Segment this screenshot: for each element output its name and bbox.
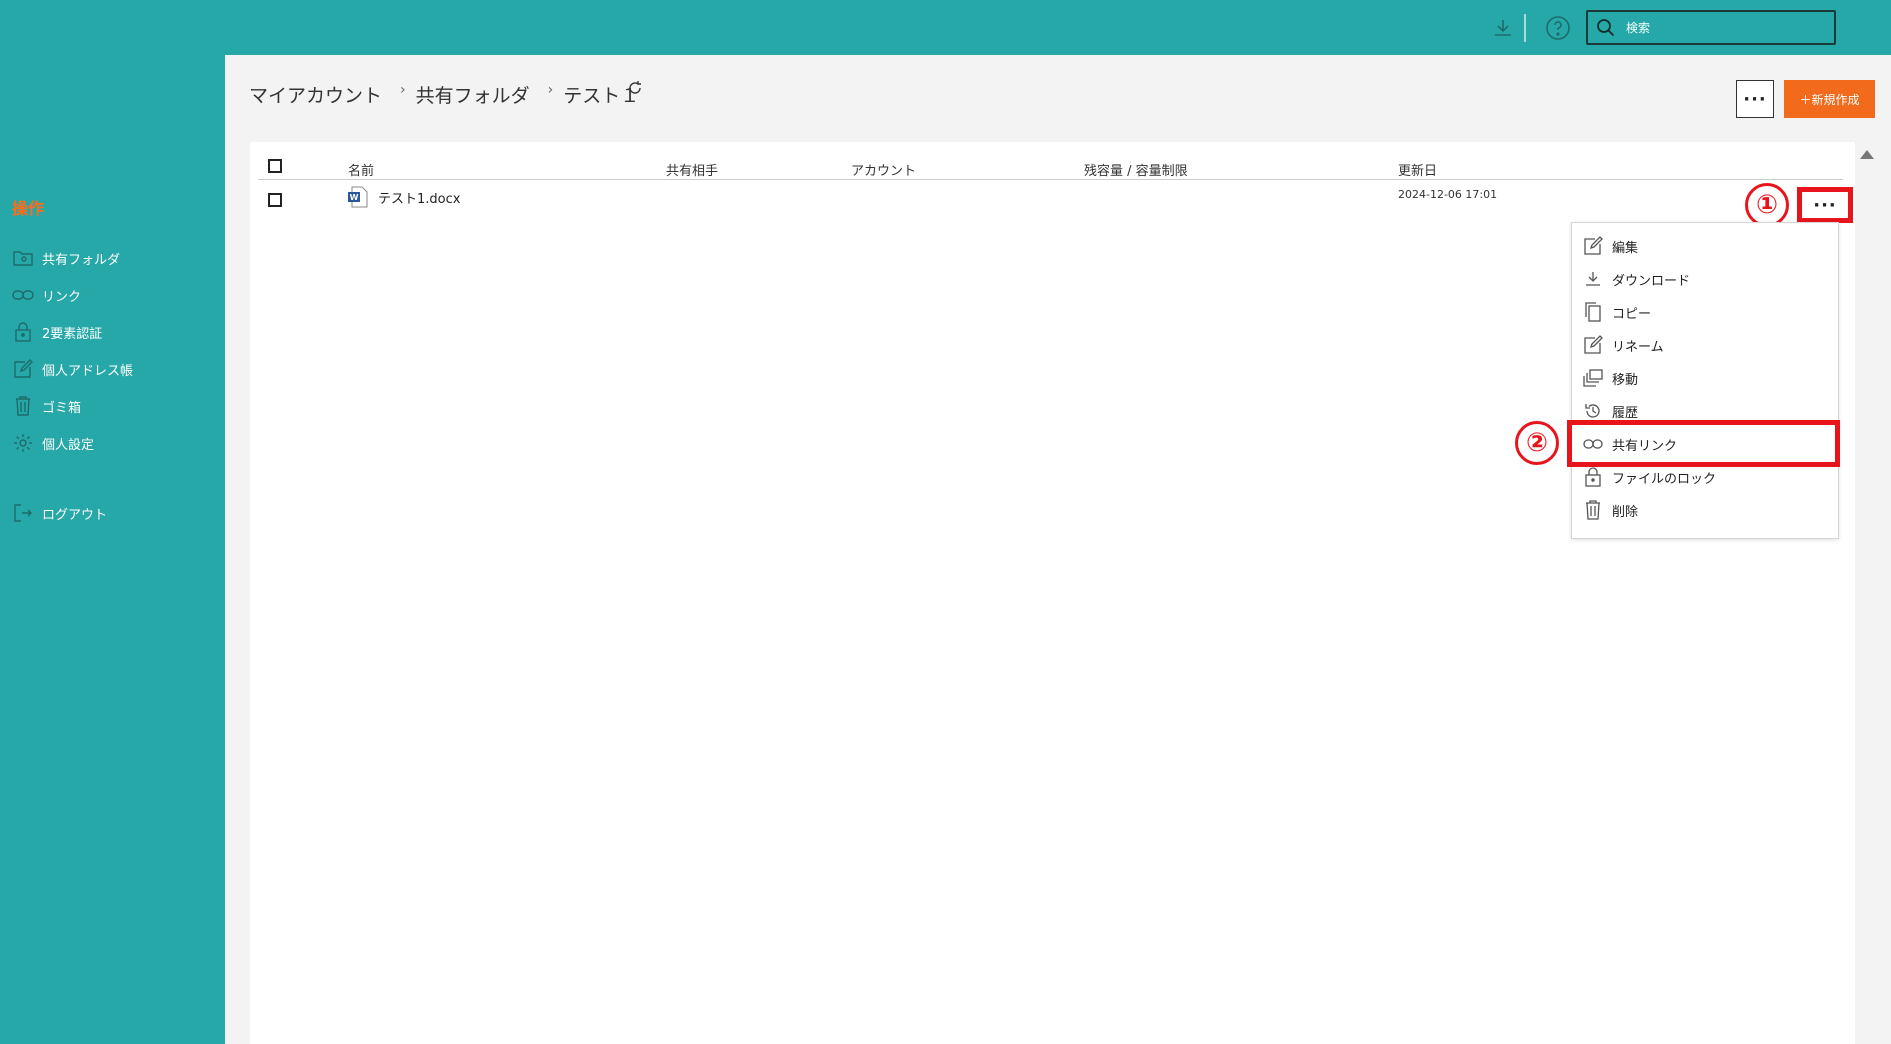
sidebar: 操作 共有フォルダ リンク 2要素認証 個人アドレス帳 ゴミ箱 個人設定 ログア… <box>0 55 225 1044</box>
table-row[interactable]: W テスト1.docx 2024-12-06 17:01 <box>258 182 1843 218</box>
menu-item-download[interactable]: ダウンロード <box>1582 266 1690 292</box>
breadcrumb-my-account[interactable]: マイアカウント <box>249 81 382 108</box>
menu-item-edit[interactable]: 編集 <box>1582 233 1638 259</box>
file-updated: 2024-12-06 17:01 <box>1398 188 1498 201</box>
sidebar-item-label: リンク <box>42 289 82 305</box>
sidebar-item-2fa[interactable]: 2要素認証 <box>12 319 102 345</box>
column-capacity[interactable]: 残容量 / 容量制限 <box>1084 160 1188 179</box>
table-header: 名前 共有相手 アカウント 残容量 / 容量制限 更新日 <box>258 154 1843 180</box>
sidebar-item-address-book[interactable]: 個人アドレス帳 <box>12 356 133 382</box>
share-link-highlight <box>1567 420 1840 467</box>
search-input[interactable] <box>1626 20 1816 35</box>
menu-item-copy[interactable]: コピー <box>1582 299 1651 325</box>
file-name-cell[interactable]: W テスト1.docx <box>348 186 460 208</box>
folder-icon <box>12 247 34 269</box>
breadcrumb-separator: › <box>400 81 406 98</box>
column-name[interactable]: 名前 <box>348 160 374 179</box>
trash-icon <box>12 395 34 417</box>
svg-text:W: W <box>350 193 359 202</box>
sidebar-item-settings[interactable]: 個人設定 <box>12 430 94 456</box>
file-name: テスト1.docx <box>378 191 461 207</box>
search-icon <box>1597 18 1615 36</box>
column-updated[interactable]: 更新日 <box>1398 160 1437 179</box>
sidebar-item-label: 共有フォルダ <box>42 252 121 268</box>
rename-icon <box>1582 334 1604 356</box>
menu-item-label: ファイルのロック <box>1612 471 1717 487</box>
edit-icon <box>1582 235 1604 257</box>
column-shared-with[interactable]: 共有相手 <box>666 160 718 179</box>
edit-icon <box>12 358 34 380</box>
menu-item-label: コピー <box>1612 306 1652 322</box>
new-button[interactable]: ＋新規作成 <box>1784 80 1875 118</box>
refresh-icon[interactable] <box>627 80 643 100</box>
select-all-checkbox[interactable] <box>268 159 282 177</box>
sidebar-item-link[interactable]: リンク <box>12 282 81 308</box>
main-content: マイアカウント › 共有フォルダ › テスト１ ··· ＋新規作成 名前 共有相… <box>225 55 1891 1044</box>
menu-item-label: 削除 <box>1612 504 1639 520</box>
trash-icon <box>1582 499 1604 521</box>
sidebar-item-label: ゴミ箱 <box>42 400 82 416</box>
sidebar-item-shared-folder[interactable]: 共有フォルダ <box>12 245 120 271</box>
help-icon[interactable] <box>1544 14 1572 42</box>
menu-item-rename[interactable]: リネーム <box>1582 332 1664 358</box>
folder-more-button[interactable]: ··· <box>1736 80 1774 118</box>
step-2-callout: ② <box>1515 421 1559 465</box>
download-icon[interactable] <box>1489 14 1517 42</box>
search-box[interactable] <box>1586 10 1836 45</box>
file-context-menu: 編集 ダウンロード コピー リネーム 移動 履歴 共有リンク ファイルのロック … <box>1571 222 1839 539</box>
word-file-icon: W <box>348 186 368 208</box>
row-more-button[interactable]: ··· <box>1797 187 1853 223</box>
lock-icon <box>1582 466 1604 488</box>
toolbar-divider <box>1524 14 1526 42</box>
logout-label: ログアウト <box>42 507 108 523</box>
menu-item-move[interactable]: 移動 <box>1582 365 1638 391</box>
column-account[interactable]: アカウント <box>851 160 916 179</box>
menu-item-delete[interactable]: 削除 <box>1582 497 1638 523</box>
menu-item-label: ダウンロード <box>1612 273 1691 289</box>
breadcrumb-separator: › <box>547 81 554 98</box>
sidebar-item-label: 個人アドレス帳 <box>42 363 134 379</box>
download-icon <box>1582 268 1604 290</box>
menu-item-label: 履歴 <box>1612 405 1639 421</box>
link-icon <box>12 284 34 306</box>
sidebar-heading: 操作 <box>12 199 45 218</box>
logout-icon <box>12 502 34 524</box>
sidebar-item-label: 個人設定 <box>42 437 95 453</box>
row-checkbox[interactable] <box>268 193 282 211</box>
scroll-up-arrow[interactable] <box>1860 150 1874 159</box>
move-icon <box>1582 367 1604 389</box>
menu-item-label: 編集 <box>1612 240 1639 256</box>
copy-icon <box>1582 301 1604 323</box>
menu-item-file-lock[interactable]: ファイルのロック <box>1582 464 1716 490</box>
top-bar <box>0 0 1891 55</box>
sidebar-item-label: 2要素認証 <box>42 326 103 342</box>
sidebar-item-trash[interactable]: ゴミ箱 <box>12 393 81 419</box>
menu-item-label: リネーム <box>1612 339 1664 355</box>
step-1-callout: ① <box>1745 183 1789 227</box>
lock-icon <box>12 321 34 343</box>
logout-button[interactable]: ログアウト <box>12 500 107 526</box>
menu-item-label: 移動 <box>1612 372 1639 388</box>
history-icon <box>1582 400 1604 422</box>
breadcrumb-shared-folder[interactable]: 共有フォルダ <box>416 81 530 108</box>
gear-icon <box>12 432 34 454</box>
breadcrumb: マイアカウント › 共有フォルダ › テスト１ <box>249 81 657 108</box>
